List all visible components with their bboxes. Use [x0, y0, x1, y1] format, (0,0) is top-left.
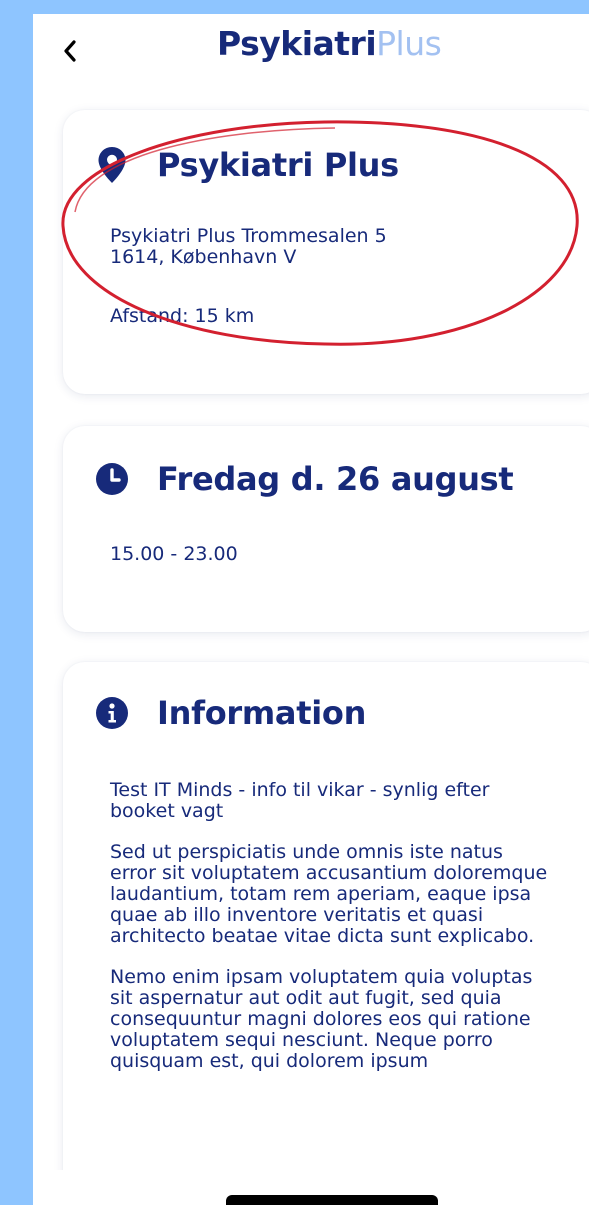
information-body: Test IT Minds - info til vikar - synlig … — [110, 780, 550, 1092]
date-title: Fredag d. 26 august — [157, 460, 514, 498]
address: Psykiatri Plus Trommesalen 5 1614, Køben… — [110, 226, 550, 268]
information-card-header: Information — [95, 694, 366, 732]
app-logo: PsykiatriPlus — [217, 24, 442, 63]
phone-screen: PsykiatriPlus Psykiatri Plus Psykiatri P… — [33, 14, 589, 1205]
location-card-header: Psykiatri Plus — [95, 146, 399, 184]
info-paragraph: Nemo enim ipsam voluptatem quia voluptas… — [110, 966, 533, 1072]
chevron-left-icon — [64, 40, 76, 62]
home-indicator — [226, 1195, 438, 1205]
address-line-1: Psykiatri Plus Trommesalen 5 — [110, 225, 387, 247]
time-range: 15.00 - 23.00 — [110, 543, 238, 565]
address-line-2: 1614, København V — [110, 246, 297, 268]
info-paragraph: Sed ut perspiciatis unde omnis iste natu… — [110, 841, 548, 947]
information-card: Information Test IT Minds - info til vik… — [63, 662, 589, 1170]
info-icon — [95, 694, 129, 732]
back-button[interactable] — [55, 34, 85, 68]
location-card: Psykiatri Plus Psykiatri Plus Trommesale… — [63, 110, 589, 394]
distance-text: Afstand: 15 km — [110, 305, 255, 327]
scroll-content[interactable]: Psykiatri Plus Psykiatri Plus Trommesale… — [33, 80, 589, 1170]
clock-icon — [95, 460, 129, 498]
location-title: Psykiatri Plus — [157, 146, 399, 184]
information-title: Information — [157, 694, 367, 732]
map-pin-icon — [95, 146, 129, 184]
info-paragraph: Test IT Minds - info til vikar - synlig … — [110, 779, 490, 822]
date-card-header: Fredag d. 26 august — [95, 460, 514, 498]
date-card: Fredag d. 26 august 15.00 - 23.00 — [63, 426, 589, 632]
logo-text-secondary: Plus — [376, 24, 442, 63]
app-header: PsykiatriPlus — [33, 14, 589, 80]
logo-text-primary: Psykiatri — [217, 24, 377, 63]
